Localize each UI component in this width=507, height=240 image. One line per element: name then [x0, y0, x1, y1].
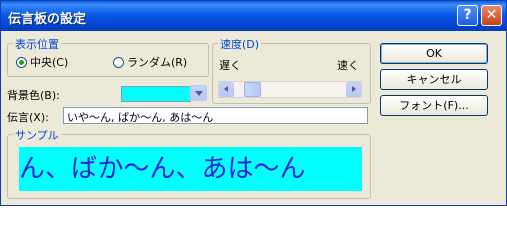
radio-center[interactable]: 中央(C): [16, 54, 68, 70]
message-label: 伝言(X):: [7, 111, 49, 124]
scroll-right-arrow-icon[interactable]: [346, 82, 361, 97]
radio-random[interactable]: ランダム(R): [113, 54, 187, 70]
speed-scrollbar[interactable]: [218, 81, 362, 98]
font-button[interactable]: フォント(F)...: [380, 95, 488, 116]
background-color-swatch[interactable]: [121, 86, 191, 102]
chevron-down-icon[interactable]: [190, 85, 207, 101]
radio-center-label: 中央(C): [30, 56, 69, 69]
ok-button[interactable]: OK: [380, 43, 488, 64]
background-color-label: 背景色(B):: [7, 89, 60, 102]
position-group-title: 表示位置: [13, 36, 61, 52]
help-button[interactable]: ?: [457, 5, 478, 26]
cancel-button[interactable]: キャンセル: [380, 69, 488, 90]
message-input[interactable]: いや〜ん, ばか〜ん, あは〜ん: [63, 107, 368, 124]
scroll-left-arrow-icon[interactable]: [219, 82, 234, 97]
sample-preview: ん、ばか〜ん、あは〜ん: [19, 147, 362, 191]
position-group: 表示位置 中央(C) ランダム(R): [7, 36, 209, 77]
title-bar[interactable]: 伝言板の設定 ? ✕: [1, 1, 506, 31]
speed-fast-label: 速く: [337, 59, 359, 72]
window-title: 伝言板の設定: [8, 12, 87, 27]
radio-random-indicator: [113, 56, 124, 68]
radio-random-label: ランダム(R): [127, 56, 188, 69]
speed-group-title: 速度(D): [218, 36, 262, 52]
speed-slow-label: 遅く: [219, 59, 241, 72]
sample-group-title: サンプル: [13, 127, 61, 143]
radio-center-indicator: [16, 56, 27, 68]
settings-dialog: 伝言板の設定 ? ✕ 表示位置 中央(C) ランダム(R) 速度(D) 遅く 速…: [0, 0, 507, 206]
scroll-thumb[interactable]: [244, 82, 261, 97]
close-button[interactable]: ✕: [481, 5, 502, 26]
